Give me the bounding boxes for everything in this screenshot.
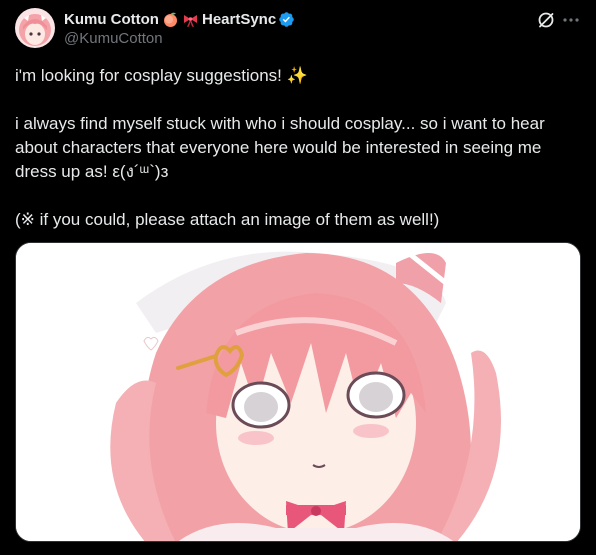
tweet-line-note: (※ if you could, please attach an image …: [15, 210, 440, 229]
affiliate-name[interactable]: HeartSync: [202, 11, 276, 28]
tweet-media-image[interactable]: [15, 242, 581, 542]
author-handle[interactable]: @KumuCotton: [64, 30, 163, 47]
avatar-image: [15, 8, 55, 48]
author-name-row: Kumu Cotton HeartSync: [64, 9, 295, 29]
avatar[interactable]: [15, 8, 55, 48]
tweet-text: i'm looking for cosplay suggestions! ✨ i…: [15, 64, 585, 232]
grok-icon[interactable]: [536, 10, 556, 30]
tweet-line-intro: i'm looking for cosplay suggestions! ✨: [15, 66, 308, 85]
anime-girl-illustration: [16, 243, 580, 541]
tweet-card: Kumu Cotton HeartSync @KumuCotton i'm lo…: [0, 0, 596, 555]
ribbon-bow-icon: [182, 11, 199, 28]
tweet-line-body: i always find myself stuck with who i sh…: [15, 114, 545, 181]
more-icon[interactable]: [561, 10, 581, 30]
author-display-name[interactable]: Kumu Cotton: [64, 11, 159, 28]
verified-badge-icon[interactable]: [278, 11, 295, 28]
peach-icon: [162, 11, 179, 28]
